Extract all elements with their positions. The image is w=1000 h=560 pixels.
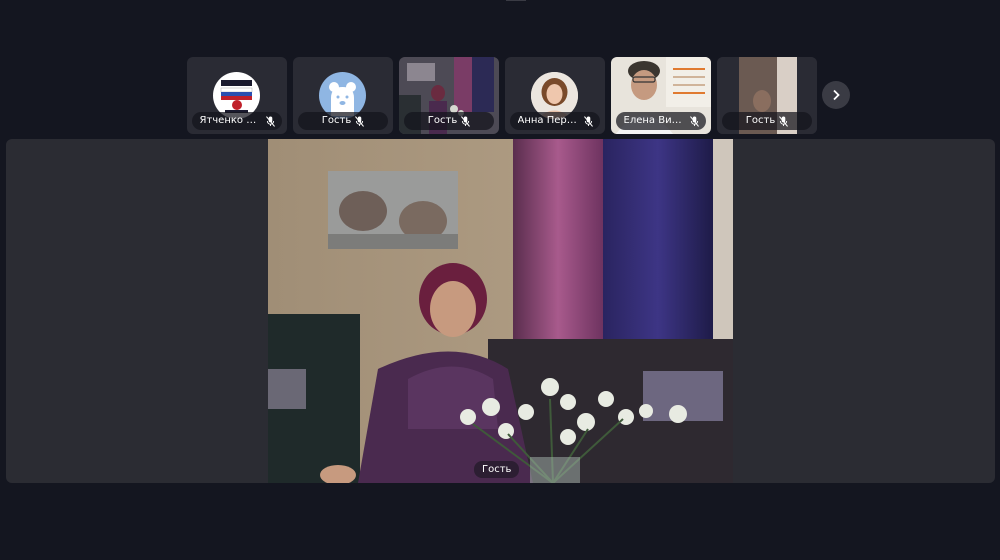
participant-label: Елена Вик... bbox=[616, 112, 706, 130]
participant-name: Ятченко О... bbox=[199, 115, 262, 126]
participant-label: Анна Пере... bbox=[510, 112, 600, 130]
mic-muted-icon bbox=[689, 115, 699, 127]
participant-tile[interactable]: Гость bbox=[293, 57, 393, 134]
mic-muted-icon bbox=[355, 115, 365, 127]
main-video-feed[interactable]: Гость bbox=[268, 139, 733, 483]
mic-muted-icon bbox=[461, 115, 471, 127]
participant-label: Гость bbox=[404, 112, 494, 130]
next-page-button[interactable] bbox=[822, 81, 850, 109]
participant-label: Гость bbox=[722, 112, 812, 130]
participant-name: Гость bbox=[427, 115, 458, 126]
participant-name: Гость bbox=[745, 115, 776, 126]
main-speaker-label: Гость bbox=[474, 461, 520, 478]
participant-name: Гость bbox=[321, 115, 352, 126]
top-divider bbox=[506, 0, 526, 1]
main-stage: Гость bbox=[6, 139, 995, 483]
participant-tile[interactable]: Гость bbox=[399, 57, 499, 134]
participants-strip: Ятченко О... Гость Гость Анна Пере... Ел… bbox=[187, 57, 817, 134]
participant-tile[interactable]: Гость bbox=[717, 57, 817, 134]
participant-tile[interactable]: Елена Вик... bbox=[611, 57, 711, 134]
participant-tile[interactable]: Анна Пере... bbox=[505, 57, 605, 134]
mic-muted-icon bbox=[265, 115, 275, 127]
participant-tile[interactable]: Ятченко О... bbox=[187, 57, 287, 134]
chevron-right-icon bbox=[833, 89, 840, 101]
mic-muted-icon bbox=[779, 115, 789, 127]
speaker-video bbox=[268, 139, 733, 483]
participant-name: Елена Вик... bbox=[623, 115, 686, 126]
participant-label: Ятченко О... bbox=[192, 112, 282, 130]
participant-label: Гость bbox=[298, 112, 388, 130]
mic-muted-icon bbox=[583, 115, 593, 127]
participant-name: Анна Пере... bbox=[517, 115, 580, 126]
